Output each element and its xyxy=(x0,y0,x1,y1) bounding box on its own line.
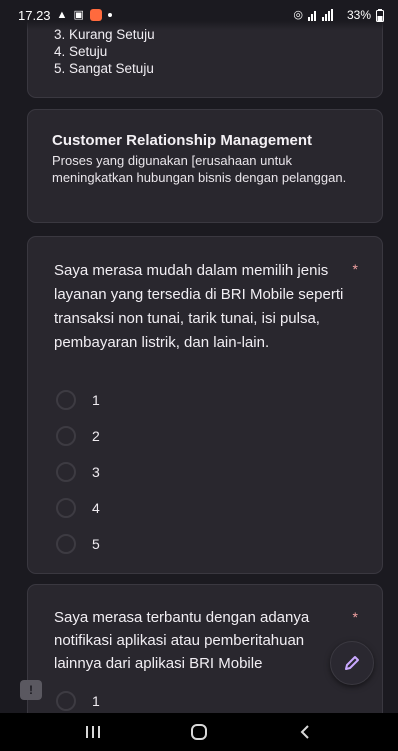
back-button[interactable] xyxy=(275,717,335,747)
radio-label: 4 xyxy=(92,500,100,516)
system-nav-bar xyxy=(0,713,398,751)
radio-option-3[interactable]: 3 xyxy=(56,454,100,490)
scale-item: 5. Sangat Setuju xyxy=(54,61,154,76)
radio-label: 2 xyxy=(92,428,100,444)
signal-icon xyxy=(307,9,333,21)
section-header-card: Customer Relationship Management Proses … xyxy=(27,109,383,223)
status-right: ◎ 33% xyxy=(293,8,384,22)
radio-group: 1 2 3 4 5 xyxy=(56,382,100,562)
home-button[interactable] xyxy=(169,717,229,747)
scale-item: 4. Setuju xyxy=(54,44,108,59)
radio-button[interactable] xyxy=(56,462,76,482)
radio-option-1[interactable]: 1 xyxy=(56,382,100,418)
radio-button[interactable] xyxy=(56,691,76,711)
question-text: Saya merasa mudah dalam memilih jenis la… xyxy=(54,262,344,351)
radio-option-4[interactable]: 4 xyxy=(56,490,100,526)
pencil-icon xyxy=(345,656,359,670)
status-time: 17.23 xyxy=(18,7,51,23)
radio-label: 5 xyxy=(92,536,100,552)
recent-apps-icon xyxy=(86,726,100,738)
radio-button[interactable] xyxy=(56,426,76,446)
report-icon[interactable]: ! xyxy=(20,680,42,700)
hotspot-icon: ◎ xyxy=(293,8,303,21)
more-notifications-dot xyxy=(107,13,112,17)
radio-button[interactable] xyxy=(56,498,76,518)
radio-button[interactable] xyxy=(56,390,76,410)
section-title: Customer Relationship Management xyxy=(52,132,313,149)
battery-icon xyxy=(376,8,384,22)
gallery-icon: ▣ xyxy=(73,8,84,21)
radio-label: 1 xyxy=(92,693,100,709)
radio-label: 1 xyxy=(92,392,100,408)
required-asterisk: * xyxy=(352,609,358,625)
radio-option-5[interactable]: 5 xyxy=(56,526,100,562)
question-text: Saya merasa terbantu dengan adanya notif… xyxy=(54,609,310,672)
recent-apps-button[interactable] xyxy=(63,717,123,747)
back-icon xyxy=(300,725,309,739)
question-card: Saya merasa terbantu dengan adanya notif… xyxy=(27,584,383,724)
home-icon xyxy=(191,724,207,740)
scale-legend-list: 3. Kurang Setuju 4. Setuju 5. Sangat Set… xyxy=(54,26,155,77)
status-bar: 17.23 ▲ ▣ ◎ 33% xyxy=(0,0,398,30)
status-left: 17.23 ▲ ▣ xyxy=(18,8,112,23)
battery-percent: 33% xyxy=(346,8,371,22)
radio-button[interactable] xyxy=(56,534,76,554)
radio-label: 3 xyxy=(92,464,100,480)
section-description: Proses yang digunakan [erusahaan untuk m… xyxy=(52,153,347,185)
required-asterisk: * xyxy=(352,261,358,277)
app-notification-icon xyxy=(89,9,102,21)
radio-option-2[interactable]: 2 xyxy=(56,418,100,454)
edit-fab-button[interactable] xyxy=(330,641,374,685)
warning-icon: ▲ xyxy=(56,8,68,21)
question-card: Saya merasa mudah dalam memilih jenis la… xyxy=(27,236,383,574)
